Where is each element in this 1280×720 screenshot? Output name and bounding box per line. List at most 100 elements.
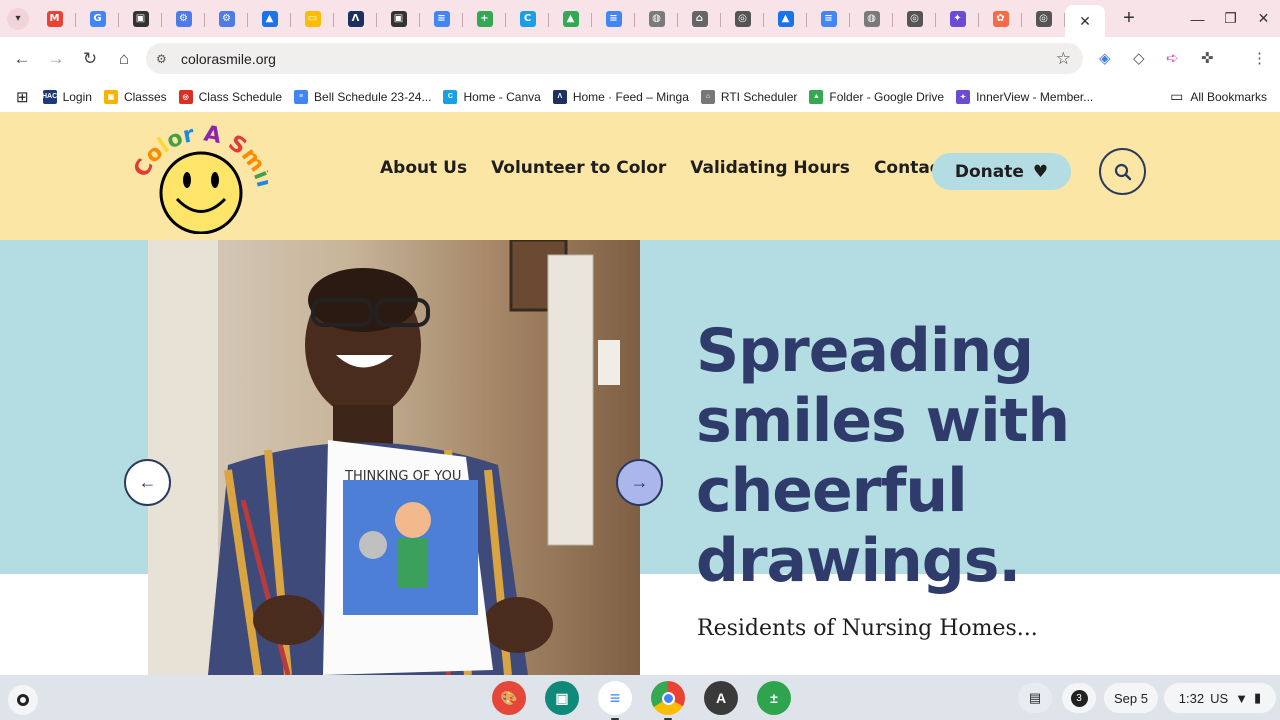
tab-search-button[interactable]: ▾ bbox=[7, 7, 29, 30]
color-a-smile-logo[interactable]: Color A Smile bbox=[132, 116, 268, 234]
back-icon[interactable]: ← bbox=[6, 49, 38, 69]
apps-grid-icon[interactable]: ⊞ bbox=[16, 88, 29, 106]
account-app-icon[interactable]: A bbox=[704, 681, 738, 715]
search-button[interactable] bbox=[1099, 148, 1146, 195]
holding-space-icon[interactable]: ▤ bbox=[1018, 683, 1052, 713]
classroom-app-icon[interactable]: ▣ bbox=[545, 681, 579, 715]
tab-7[interactable]: Λ bbox=[334, 4, 377, 34]
tab-10[interactable]: + bbox=[463, 4, 506, 34]
date-label: Sep 5 bbox=[1114, 690, 1148, 706]
sheets-add-icon: + bbox=[476, 10, 493, 27]
window-controls: — ❐ ✕ bbox=[1181, 0, 1280, 37]
chrome-app-icon[interactable] bbox=[651, 681, 685, 720]
tab-5[interactable]: ▲ bbox=[248, 4, 291, 34]
locale-label: US bbox=[1210, 690, 1229, 706]
minga-icon: Λ bbox=[552, 89, 567, 104]
tab-23[interactable]: ◎ bbox=[1022, 4, 1065, 34]
innerview-icon: ✦ bbox=[956, 89, 971, 104]
arrow-right-icon: → bbox=[630, 472, 649, 492]
menu-kebab-icon[interactable]: ⋮ bbox=[1252, 49, 1267, 67]
close-icon[interactable]: ✕ bbox=[1079, 13, 1091, 30]
docs-app-icon[interactable]: ≡ bbox=[598, 681, 632, 720]
chromeos-shelf: 🎨 ▣ ≡ A ± ▤ 3 Sep 5 1:32 US ▼ ▮ bbox=[0, 675, 1280, 720]
tab-17[interactable]: ▲ bbox=[764, 4, 807, 34]
battery-icon: ▮ bbox=[1254, 690, 1262, 705]
nav-validating-hours[interactable]: Validating Hours bbox=[690, 158, 850, 178]
docs-icon: ≡ bbox=[820, 10, 837, 27]
carousel-next-button[interactable]: → bbox=[616, 459, 663, 506]
tab-12[interactable]: ▲ bbox=[549, 4, 592, 34]
smiley-face-icon bbox=[159, 151, 243, 234]
status-tray[interactable]: 1:32 US ▼ ▮ bbox=[1164, 683, 1276, 713]
tabs: M G ▣ ⚙ ⚙ ▲ ▭ Λ ▣ ≡ + C ▲ ≡ ◍ ⌂ ◎ ▲ ≡ ◍ ◎ ✦ ✿ ◎ bbox=[33, 4, 1065, 34]
tab-11[interactable]: C bbox=[506, 4, 549, 34]
docs-icon: ≡ bbox=[605, 10, 622, 27]
tab-strip: ▾ M G ▣ ⚙ ⚙ ▲ ▭ Λ ▣ ≡ + C ▲ ≡ ◍ ⌂ ◎ ▲ ≡ ◍ ◎ ✦ ✿ ◎ ✕ + — ❐ ✕ bbox=[0, 0, 1280, 37]
bookmark-label: Home - Canva bbox=[463, 89, 541, 104]
folder-icon: ▭ bbox=[1170, 88, 1184, 104]
launcher-icon bbox=[17, 694, 29, 706]
notification-tray[interactable]: 3 bbox=[1062, 683, 1096, 713]
bookmark-item[interactable]: Λ Home · Feed – Minga bbox=[552, 89, 689, 104]
extension-badge-icon[interactable]: ◇ bbox=[1133, 49, 1145, 67]
bookmark-item[interactable]: ▲ Folder - Google Drive bbox=[809, 89, 944, 104]
tab-3[interactable]: ⚙ bbox=[162, 4, 205, 34]
extension-shield-icon[interactable]: ◈ bbox=[1099, 49, 1111, 67]
bookmark-item[interactable]: ◎ Class Schedule bbox=[178, 89, 282, 104]
tab-active[interactable]: ✕ bbox=[1065, 5, 1105, 37]
donate-button[interactable]: Donate ♥ bbox=[932, 153, 1071, 190]
tab-16[interactable]: ◎ bbox=[721, 4, 764, 34]
bookmark-item[interactable]: ▣ Classes bbox=[103, 89, 167, 104]
new-tab-button[interactable]: + bbox=[1115, 7, 1143, 30]
tab-4[interactable]: ⚙ bbox=[205, 4, 248, 34]
graduation-cap-icon: ⌂ bbox=[700, 89, 715, 104]
address-bar[interactable]: ⚙ colorasmile.org ☆ bbox=[146, 43, 1083, 74]
reload-icon[interactable]: ↻ bbox=[74, 49, 106, 69]
canva-icon: C bbox=[443, 89, 458, 104]
tab-1[interactable]: G bbox=[76, 4, 119, 34]
tab-22[interactable]: ✿ bbox=[979, 4, 1022, 34]
tab-15[interactable]: ⌂ bbox=[678, 4, 721, 34]
calculator-app-icon[interactable]: ± bbox=[757, 681, 791, 715]
bookmark-item[interactable]: HAC Login bbox=[42, 89, 92, 104]
all-bookmarks[interactable]: ▭ All Bookmarks bbox=[1170, 88, 1267, 105]
extensions-puzzle-icon[interactable]: ✜ bbox=[1201, 49, 1214, 67]
tab-19[interactable]: ◍ bbox=[850, 4, 893, 34]
hero-subtext: Residents of Nursing Homes... bbox=[697, 616, 1038, 641]
date-tray[interactable]: Sep 5 bbox=[1104, 683, 1158, 713]
hero-photo: THINKING OF YOU bbox=[148, 240, 640, 675]
bookmark-item[interactable]: ≡ Bell Schedule 23-24... bbox=[294, 89, 432, 104]
bookmark-item[interactable]: C Home - Canva bbox=[443, 89, 541, 104]
globe-icon: ◍ bbox=[863, 10, 880, 27]
tab-20[interactable]: ◎ bbox=[893, 4, 936, 34]
nav-about-us[interactable]: About Us bbox=[380, 158, 467, 178]
minimize-icon[interactable]: — bbox=[1181, 11, 1214, 27]
close-window-icon[interactable]: ✕ bbox=[1247, 10, 1280, 27]
tab-2[interactable]: ▣ bbox=[119, 4, 162, 34]
bookmark-item[interactable]: ⌂ RTI Scheduler bbox=[700, 89, 797, 104]
tab-14[interactable]: ◍ bbox=[635, 4, 678, 34]
bot-icon: ⚙ bbox=[175, 10, 192, 27]
launcher-button[interactable] bbox=[8, 685, 38, 715]
bookmark-item[interactable]: ✦ InnerView - Member... bbox=[956, 89, 1093, 104]
home-icon[interactable]: ⌂ bbox=[108, 49, 140, 69]
restore-icon[interactable]: ❐ bbox=[1214, 10, 1247, 27]
tab-8[interactable]: ▣ bbox=[377, 4, 420, 34]
tab-18[interactable]: ≡ bbox=[807, 4, 850, 34]
nav-volunteer-to-color[interactable]: Volunteer to Color bbox=[491, 158, 666, 178]
globe-icon: ◍ bbox=[648, 10, 665, 27]
tab-21[interactable]: ✦ bbox=[936, 4, 979, 34]
tab-13[interactable]: ≡ bbox=[592, 4, 635, 34]
canvas-app-icon[interactable]: 🎨 bbox=[492, 681, 526, 715]
forward-icon[interactable]: → bbox=[40, 49, 72, 69]
tab-9[interactable]: ≡ bbox=[420, 4, 463, 34]
bookmark-star-icon[interactable]: ☆ bbox=[1056, 49, 1071, 69]
extension-pink-icon[interactable]: ➪ bbox=[1166, 49, 1179, 67]
site-settings-icon[interactable]: ⚙ bbox=[156, 52, 176, 66]
bookmark-label: Bell Schedule 23-24... bbox=[314, 89, 432, 104]
tab-0[interactable]: M bbox=[33, 4, 76, 34]
tab-6[interactable]: ▭ bbox=[291, 4, 334, 34]
url-text[interactable]: colorasmile.org bbox=[181, 51, 276, 67]
slides-icon: ▭ bbox=[304, 10, 321, 27]
carousel-prev-button[interactable]: ← bbox=[124, 459, 171, 506]
